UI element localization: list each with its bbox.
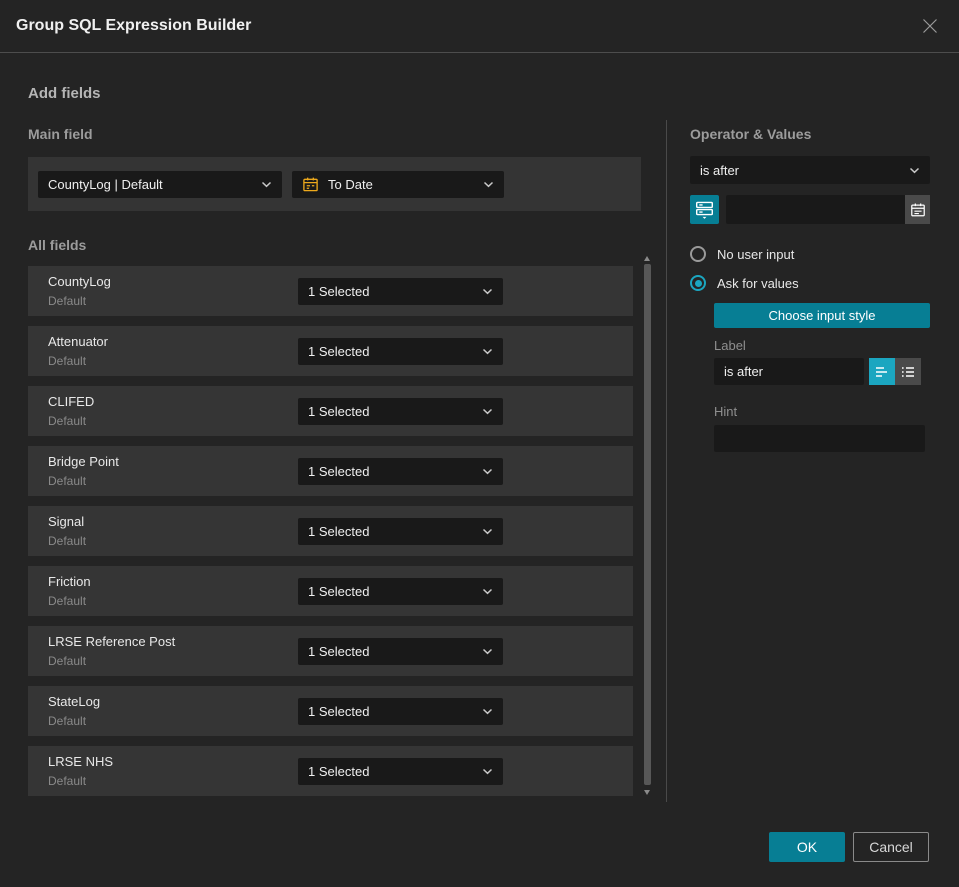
field-selected-dropdown[interactable]: 1 Selected	[298, 517, 503, 545]
value-type-button[interactable]	[690, 195, 719, 224]
field-name: StateLog	[48, 694, 101, 709]
calendar-icon	[910, 202, 926, 218]
field-name: Friction	[48, 574, 91, 589]
field-name: Bridge Point	[48, 454, 119, 469]
label-input-row	[714, 358, 930, 385]
field-row-friction: Friction Default 1 Selected	[28, 566, 633, 616]
scroll-up-arrow-icon[interactable]	[644, 256, 650, 261]
field-name: CountyLog	[48, 274, 111, 289]
field-row-statelog: StateLog Default 1 Selected	[28, 686, 633, 736]
date-field-select[interactable]: To Date	[292, 170, 504, 198]
chevron-down-icon	[482, 648, 493, 655]
field-row-countylog: CountyLog Default 1 Selected	[28, 266, 633, 316]
fields-column: Main field CountyLog | Default To Date A…	[28, 126, 651, 796]
value-input[interactable]	[726, 195, 905, 224]
field-sublabel: Default	[48, 714, 87, 728]
field-row-lrse-reference-post: LRSE Reference Post Default 1 Selected	[28, 626, 633, 676]
operator-values-heading: Operator & Values	[690, 126, 812, 142]
date-field-select-value: To Date	[328, 176, 373, 192]
date-picker-button[interactable]	[905, 195, 930, 224]
single-line-style-button[interactable]	[869, 358, 895, 385]
all-fields-label: All fields	[28, 237, 87, 253]
field-selected-dropdown[interactable]: 1 Selected	[298, 577, 503, 605]
stacked-values-icon	[695, 200, 714, 220]
close-button[interactable]	[918, 14, 942, 38]
radio-unselected-icon	[690, 246, 706, 262]
field-selected-dropdown[interactable]: 1 Selected	[298, 457, 503, 485]
list-scrollbar	[642, 256, 652, 795]
align-left-icon	[874, 365, 890, 379]
value-input-row	[690, 195, 930, 224]
calendar-icon	[302, 176, 319, 193]
radio-ask-for-values-label: Ask for values	[717, 275, 799, 291]
field-row-attenuator: Attenuator Default 1 Selected	[28, 326, 633, 376]
field-sublabel: Default	[48, 354, 87, 368]
chevron-down-icon	[482, 408, 493, 415]
scrollbar-thumb[interactable]	[643, 264, 651, 785]
field-row-clifed: CLIFED Default 1 Selected	[28, 386, 633, 436]
radio-no-user-input-label: No user input	[717, 246, 795, 262]
field-sublabel: Default	[48, 774, 87, 788]
bulleted-list-icon	[900, 365, 916, 379]
main-field-row: CountyLog | Default To Date	[28, 157, 641, 211]
operator-values-panel: Operator & Values is after No user input…	[690, 126, 930, 452]
chevron-down-icon	[482, 468, 493, 475]
list-style-button[interactable]	[895, 358, 921, 385]
cancel-button[interactable]: Cancel	[853, 832, 929, 862]
hint-input[interactable]	[714, 425, 925, 452]
chevron-down-icon	[482, 768, 493, 775]
hint-field-label: Hint	[714, 404, 738, 419]
chevron-down-icon	[483, 181, 494, 188]
all-fields-list: CountyLog Default 1 Selected Attenuator De…	[28, 266, 633, 796]
ok-button[interactable]: OK	[769, 832, 845, 862]
close-icon	[920, 16, 940, 36]
label-input[interactable]	[714, 358, 864, 385]
field-selected-dropdown[interactable]: 1 Selected	[298, 337, 503, 365]
main-field-select[interactable]: CountyLog | Default	[38, 170, 282, 198]
chevron-down-icon	[482, 588, 493, 595]
group-sql-expression-builder-dialog: Group SQL Expression Builder Add fields …	[0, 0, 959, 887]
field-selected-dropdown[interactable]: 1 Selected	[298, 697, 503, 725]
choose-input-style-button[interactable]: Choose input style	[714, 303, 930, 328]
field-name: Signal	[48, 514, 85, 529]
field-name: Attenuator	[48, 334, 108, 349]
chevron-down-icon	[482, 708, 493, 715]
field-selected-dropdown[interactable]: 1 Selected	[298, 757, 503, 785]
field-sublabel: Default	[48, 294, 87, 308]
field-sublabel: Default	[48, 534, 87, 548]
scroll-down-arrow-icon[interactable]	[644, 790, 650, 795]
field-selected-dropdown[interactable]: 1 Selected	[298, 277, 503, 305]
field-sublabel: Default	[48, 594, 87, 608]
chevron-down-icon	[909, 167, 920, 174]
field-name: LRSE NHS	[48, 754, 114, 769]
radio-selected-icon	[690, 275, 706, 291]
field-selected-dropdown[interactable]: 1 Selected	[298, 637, 503, 665]
chevron-down-icon	[482, 528, 493, 535]
field-sublabel: Default	[48, 654, 87, 668]
dialog-title: Group SQL Expression Builder	[16, 17, 252, 34]
operator-select-value: is after	[700, 162, 740, 178]
add-fields-heading: Add fields	[28, 85, 101, 102]
field-sublabel: Default	[48, 474, 87, 488]
field-selected-dropdown[interactable]: 1 Selected	[298, 397, 503, 425]
vertical-divider	[666, 120, 667, 802]
field-row-lrse-nhs: LRSE NHS Default 1 Selected	[28, 746, 633, 796]
chevron-down-icon	[261, 181, 272, 188]
main-field-label: Main field	[28, 126, 93, 142]
field-name: LRSE Reference Post	[48, 634, 176, 649]
field-row-signal: Signal Default 1 Selected	[28, 506, 633, 556]
titlebar: Group SQL Expression Builder	[0, 0, 959, 53]
field-row-bridge-point: Bridge Point Default 1 Selected	[28, 446, 633, 496]
label-field-label: Label	[714, 338, 746, 353]
radio-no-user-input[interactable]: No user input	[690, 246, 930, 262]
radio-ask-for-values[interactable]: Ask for values	[690, 275, 930, 291]
chevron-down-icon	[482, 348, 493, 355]
main-field-select-value: CountyLog | Default	[48, 176, 163, 192]
field-name: CLIFED	[48, 394, 95, 409]
operator-select[interactable]: is after	[690, 156, 930, 184]
field-sublabel: Default	[48, 414, 87, 428]
ask-for-values-options: Choose input style Label is after Hint	[714, 291, 930, 452]
chevron-down-icon	[482, 288, 493, 295]
